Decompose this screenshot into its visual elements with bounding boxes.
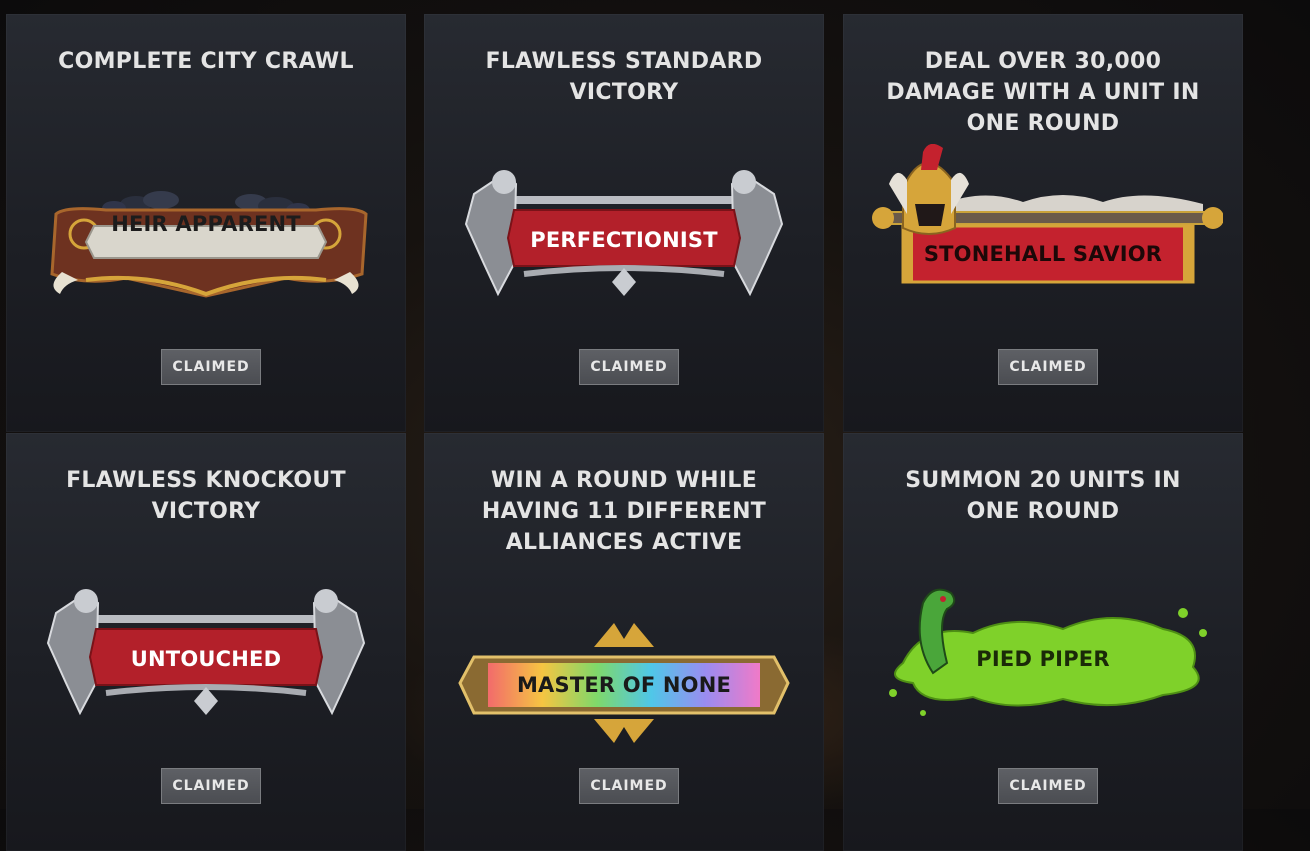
achievement-card-11-alliances: WIN A ROUND WHILE HAVING 11 DIFFERENT AL…	[424, 433, 824, 851]
badge-label: PIED PIPER	[976, 647, 1110, 671]
achievement-title: FLAWLESS KNOCKOUT VICTORY	[66, 468, 346, 524]
badge-heir-apparent: HEIR APPARENT	[26, 144, 386, 304]
claimed-button[interactable]: CLAIMED	[579, 768, 679, 804]
badge-pied-piper: PIED PIPER	[863, 563, 1223, 723]
claimed-button[interactable]: CLAIMED	[161, 768, 261, 804]
claimed-button[interactable]: CLAIMED	[998, 349, 1098, 385]
badge-label: STONEHALL SAVIOR	[923, 242, 1163, 266]
badge-untouched: UNTOUCHED	[26, 563, 386, 723]
achievement-title: COMPLETE CITY CRAWL	[58, 49, 354, 74]
golden-helmet-badge-icon	[872, 144, 1223, 284]
achievement-title: SUMMON 20 UNITS IN ONE ROUND	[905, 468, 1181, 524]
claimed-button[interactable]: CLAIMED	[161, 349, 261, 385]
achievement-card-summon-20: SUMMON 20 UNITS IN ONE ROUND PIED PIPER …	[843, 433, 1243, 851]
achievement-title: WIN A ROUND WHILE HAVING 11 DIFFERENT AL…	[481, 468, 767, 555]
achievement-card-city-crawl: COMPLETE CITY CRAWL HEIR APPARENT CLAIME…	[6, 14, 406, 432]
claimed-button[interactable]: CLAIMED	[998, 768, 1098, 804]
achievement-title: DEAL OVER 30,000 DAMAGE WITH A UNIT IN O…	[886, 49, 1200, 136]
achievement-title: FLAWLESS STANDARD VICTORY	[485, 49, 763, 105]
badge-master-of-none: MASTER OF NONE	[444, 593, 804, 753]
badge-label: PERFECTIONIST	[530, 228, 718, 252]
badge-perfectionist: PERFECTIONIST	[444, 144, 804, 304]
badge-stonehall-savior: STONEHALL SAVIOR	[863, 144, 1223, 304]
claimed-button[interactable]: CLAIMED	[579, 349, 679, 385]
badge-label: UNTOUCHED	[130, 647, 282, 671]
badge-label: HEIR APPARENT	[111, 212, 301, 236]
badge-label: MASTER OF NONE	[516, 673, 732, 697]
achievement-card-flawless-knockout: FLAWLESS KNOCKOUT VICTORY UNTOUCHED CLAI…	[6, 433, 406, 851]
achievement-card-flawless-standard: FLAWLESS STANDARD VICTORY PERFECTIONIST …	[424, 14, 824, 432]
achievement-card-30000-damage: DEAL OVER 30,000 DAMAGE WITH A UNIT IN O…	[843, 14, 1243, 432]
